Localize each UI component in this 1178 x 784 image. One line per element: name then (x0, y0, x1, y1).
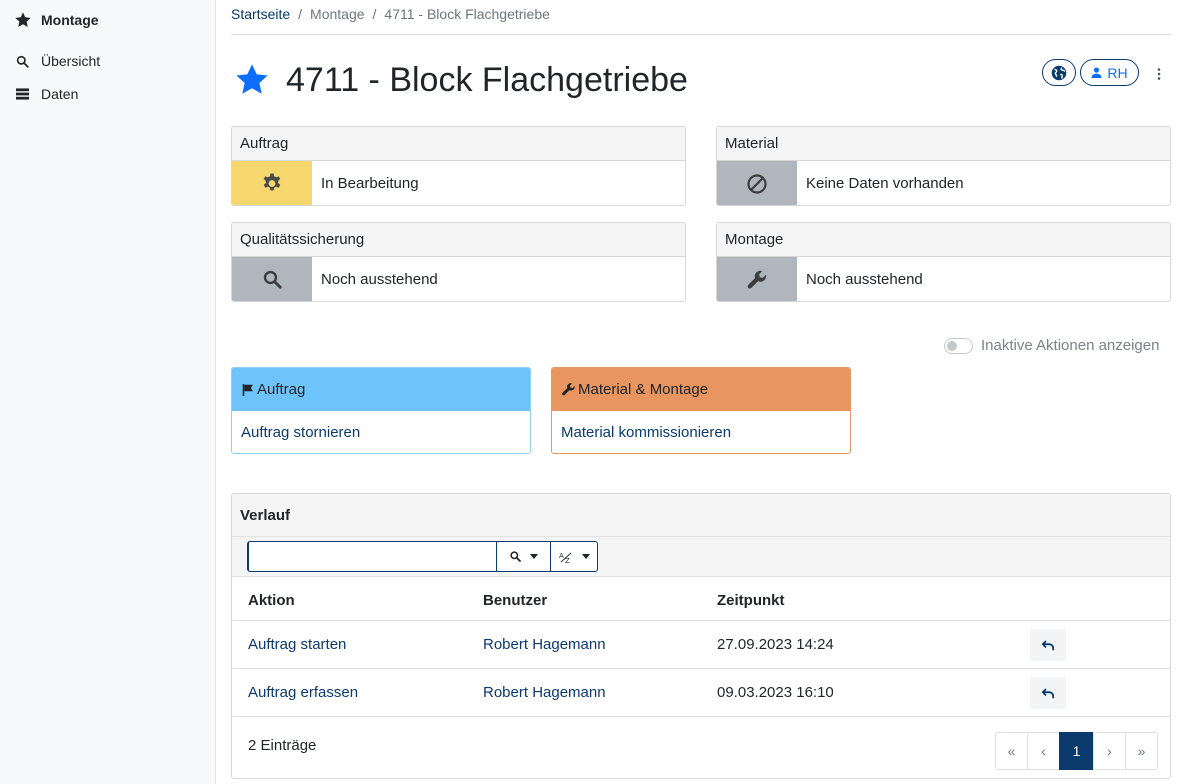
globe-icon (1051, 65, 1067, 80)
caret-down-icon (529, 554, 538, 559)
inactive-actions-toggle[interactable]: Inaktive Aktionen anzeigen (944, 337, 1159, 354)
sidebar-title-label: Montage (41, 12, 99, 28)
column-header-zeitpunkt[interactable]: Zeitpunkt (717, 592, 785, 609)
favorite-star-icon[interactable] (234, 62, 270, 98)
undo-icon (1041, 687, 1054, 698)
user-button[interactable]: RH (1080, 59, 1139, 86)
search-icon (16, 55, 29, 68)
action-card-title: Auftrag (257, 381, 306, 398)
undo-button[interactable] (1030, 677, 1066, 709)
search-icon (263, 270, 282, 289)
status-text: In Bearbeitung (321, 175, 419, 192)
status-card-material: Material Keine Daten vorhanden (716, 126, 1171, 206)
status-text: Noch ausstehend (806, 271, 923, 288)
history-toolbar: AZ (232, 537, 1170, 577)
wrench-icon (562, 383, 575, 396)
wrench-icon (747, 270, 767, 289)
sidebar-item-label: Daten (41, 86, 79, 102)
breadcrumb-separator: / (298, 6, 303, 22)
row-user-link[interactable]: Robert Hagemann (483, 684, 606, 701)
sidebar-title[interactable]: Montage (14, 10, 99, 30)
table-row: Auftrag erfassen Robert Hagemann 09.03.2… (232, 669, 1170, 717)
status-text: Noch ausstehend (321, 271, 438, 288)
column-header-aktion[interactable]: Aktion (248, 592, 295, 609)
caret-down-icon (581, 554, 590, 559)
status-icon-box (232, 161, 312, 205)
search-filter-button[interactable] (496, 541, 551, 572)
pagination-next-button[interactable]: › (1093, 732, 1126, 770)
action-link-auftrag-stornieren[interactable]: Auftrag stornieren (232, 411, 530, 453)
status-card-qualitaetssicherung: Qualitätssicherung Noch ausstehend (231, 222, 686, 302)
breadcrumb-divider (231, 34, 1171, 35)
pagination-prev-button[interactable]: ‹ (1027, 732, 1060, 770)
svg-text:A: A (559, 552, 564, 560)
more-options-button[interactable] (1150, 62, 1168, 86)
table-row: Auftrag starten Robert Hagemann 27.09.20… (232, 621, 1170, 669)
breadcrumb-section: Montage (310, 6, 365, 22)
user-initials: RH (1107, 64, 1128, 81)
search-icon (509, 551, 521, 562)
undo-button[interactable] (1030, 629, 1066, 661)
action-card-material-montage: Material & Montage Material kommissionie… (551, 367, 851, 454)
row-timestamp: 09.03.2023 16:10 (717, 684, 834, 701)
action-card-auftrag: Auftrag Auftrag stornieren (231, 367, 531, 454)
breadcrumb-home[interactable]: Startseite (231, 6, 290, 22)
row-action-link[interactable]: Auftrag starten (248, 636, 346, 653)
column-header-benutzer[interactable]: Benutzer (483, 592, 547, 609)
sidebar-item-label: Übersicht (41, 53, 101, 69)
pagination: « ‹ 1 › » (995, 732, 1158, 770)
flag-icon (242, 383, 253, 396)
row-timestamp: 27.09.2023 14:24 (717, 636, 834, 653)
status-card-auftrag: Auftrag In Bearbeitung (231, 126, 686, 206)
toggle-label: Inaktive Aktionen anzeigen (981, 337, 1160, 354)
status-icon-box (717, 257, 797, 301)
user-icon (1091, 67, 1102, 78)
list-icon (16, 88, 29, 100)
status-icon-box (232, 257, 312, 301)
breadcrumb-separator: / (372, 6, 377, 22)
toggle-switch[interactable] (944, 337, 973, 354)
row-user-link[interactable]: Robert Hagemann (483, 636, 606, 653)
pagination-last-button[interactable]: » (1125, 732, 1158, 770)
status-card-montage: Montage Noch ausstehend (716, 222, 1171, 302)
table-header-row: Aktion Benutzer Zeitpunkt (232, 578, 1170, 621)
sidebar-item-uebersicht[interactable]: Übersicht (16, 51, 100, 71)
status-card-header: Montage (717, 223, 1170, 257)
sort-alpha-icon: AZ (559, 552, 571, 563)
action-card-header: Material & Montage (552, 368, 850, 411)
action-card-title: Material & Montage (578, 381, 709, 398)
ban-icon (747, 173, 767, 194)
status-card-header: Auftrag (232, 127, 685, 161)
undo-icon (1041, 639, 1054, 650)
action-card-header: Auftrag (232, 368, 530, 411)
history-search-input[interactable] (247, 541, 497, 572)
sidebar: Montage Übersicht Daten (0, 0, 216, 784)
breadcrumb: Startseite / Montage / 4711 - Block Flac… (231, 6, 550, 22)
status-card-header: Material (717, 127, 1170, 161)
pagination-page-button[interactable]: 1 (1059, 732, 1094, 770)
gear-icon (263, 172, 281, 191)
page-header: 4711 - Block Flachgetriebe (234, 58, 688, 102)
sort-button[interactable]: AZ (550, 541, 598, 572)
page-title: 4711 - Block Flachgetriebe (286, 61, 688, 99)
history-title: Verlauf (232, 494, 1170, 537)
kebab-menu-icon (1157, 68, 1161, 80)
status-icon-box (717, 161, 797, 205)
history-table: Aktion Benutzer Zeitpunkt Auftrag starte… (232, 578, 1170, 717)
status-text: Keine Daten vorhanden (806, 175, 964, 192)
breadcrumb-current: 4711 - Block Flachgetriebe (384, 6, 550, 22)
star-icon (15, 12, 31, 27)
pagination-first-button[interactable]: « (995, 732, 1028, 770)
action-link-material-kommissionieren[interactable]: Material kommissionieren (552, 411, 850, 453)
toggle-knob (947, 340, 957, 351)
sidebar-item-daten[interactable]: Daten (16, 84, 78, 104)
history-panel: Verlauf AZ Aktion Benutzer Zeitpunkt Auf… (231, 493, 1171, 779)
language-button[interactable] (1042, 59, 1076, 86)
status-card-header: Qualitätssicherung (232, 223, 685, 257)
entry-count: 2 Einträge (248, 737, 317, 754)
row-action-link[interactable]: Auftrag erfassen (248, 684, 358, 701)
